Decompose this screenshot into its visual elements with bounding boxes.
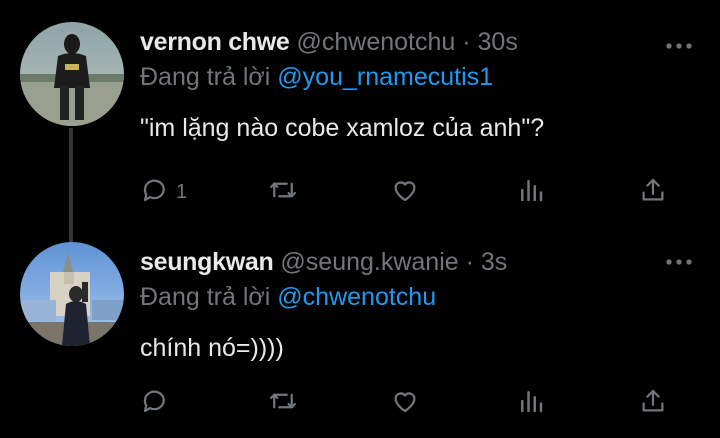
views-icon [516, 386, 546, 421]
mention-link[interactable]: @you_rnamecutis1 [277, 63, 493, 91]
action-bar: 1 [140, 175, 680, 207]
reply-icon [140, 386, 170, 421]
retweet-button[interactable] [268, 175, 298, 210]
separator: · [458, 248, 481, 276]
replying-to: Đang trả lời @you_rnamecutis1 [140, 63, 493, 92]
mention-link[interactable]: @chwenotchu [277, 283, 436, 311]
tweet-header: seungkwan @seung.kwanie · 3s [140, 248, 507, 277]
timestamp[interactable]: 3s [481, 248, 507, 276]
views-button[interactable] [516, 386, 546, 421]
share-icon [638, 386, 668, 421]
views-icon [516, 175, 546, 210]
like-button[interactable] [390, 386, 420, 421]
separator: · [455, 28, 478, 56]
retweet-button[interactable] [268, 386, 298, 421]
share-icon [638, 175, 668, 210]
tweet-header: vernon chwe @chwenotchu · 30s [140, 28, 518, 57]
replying-to-label: Đang trả lời [140, 283, 271, 311]
action-bar [140, 386, 680, 418]
reply-button[interactable]: 1 [140, 175, 187, 210]
replying-to: Đang trả lời @chwenotchu [140, 283, 436, 312]
display-name[interactable]: vernon chwe [140, 28, 290, 56]
thread-line [69, 128, 73, 244]
display-name[interactable]: seungkwan [140, 248, 274, 276]
tweet-text: "im lặng nào cobe xamloz của anh"? [140, 114, 545, 142]
more-icon[interactable] [664, 254, 694, 265]
retweet-icon [268, 386, 298, 421]
like-button[interactable] [390, 175, 420, 210]
timestamp[interactable]: 30s [478, 28, 518, 56]
reply-count: 1 [176, 181, 188, 203]
avatar[interactable] [20, 22, 124, 126]
replying-to-label: Đang trả lời [140, 63, 271, 91]
retweet-icon [268, 175, 298, 210]
tweet[interactable]: vernon chwe @chwenotchu · 30s Đang trả l… [0, 0, 720, 244]
like-icon [390, 175, 420, 210]
tweet-text: chính nó=)))) [140, 334, 284, 362]
share-button[interactable] [638, 175, 668, 210]
handle[interactable]: @chwenotchu [296, 28, 455, 56]
reply-button[interactable] [140, 386, 176, 421]
share-button[interactable] [638, 386, 668, 421]
more-icon[interactable] [664, 38, 694, 49]
like-icon [390, 386, 420, 421]
tweet[interactable]: seungkwan @seung.kwanie · 3s Đang trả lờ… [0, 228, 720, 438]
avatar[interactable] [20, 242, 124, 346]
reply-icon [140, 175, 170, 210]
views-button[interactable] [516, 175, 546, 210]
handle[interactable]: @seung.kwanie [280, 248, 458, 276]
